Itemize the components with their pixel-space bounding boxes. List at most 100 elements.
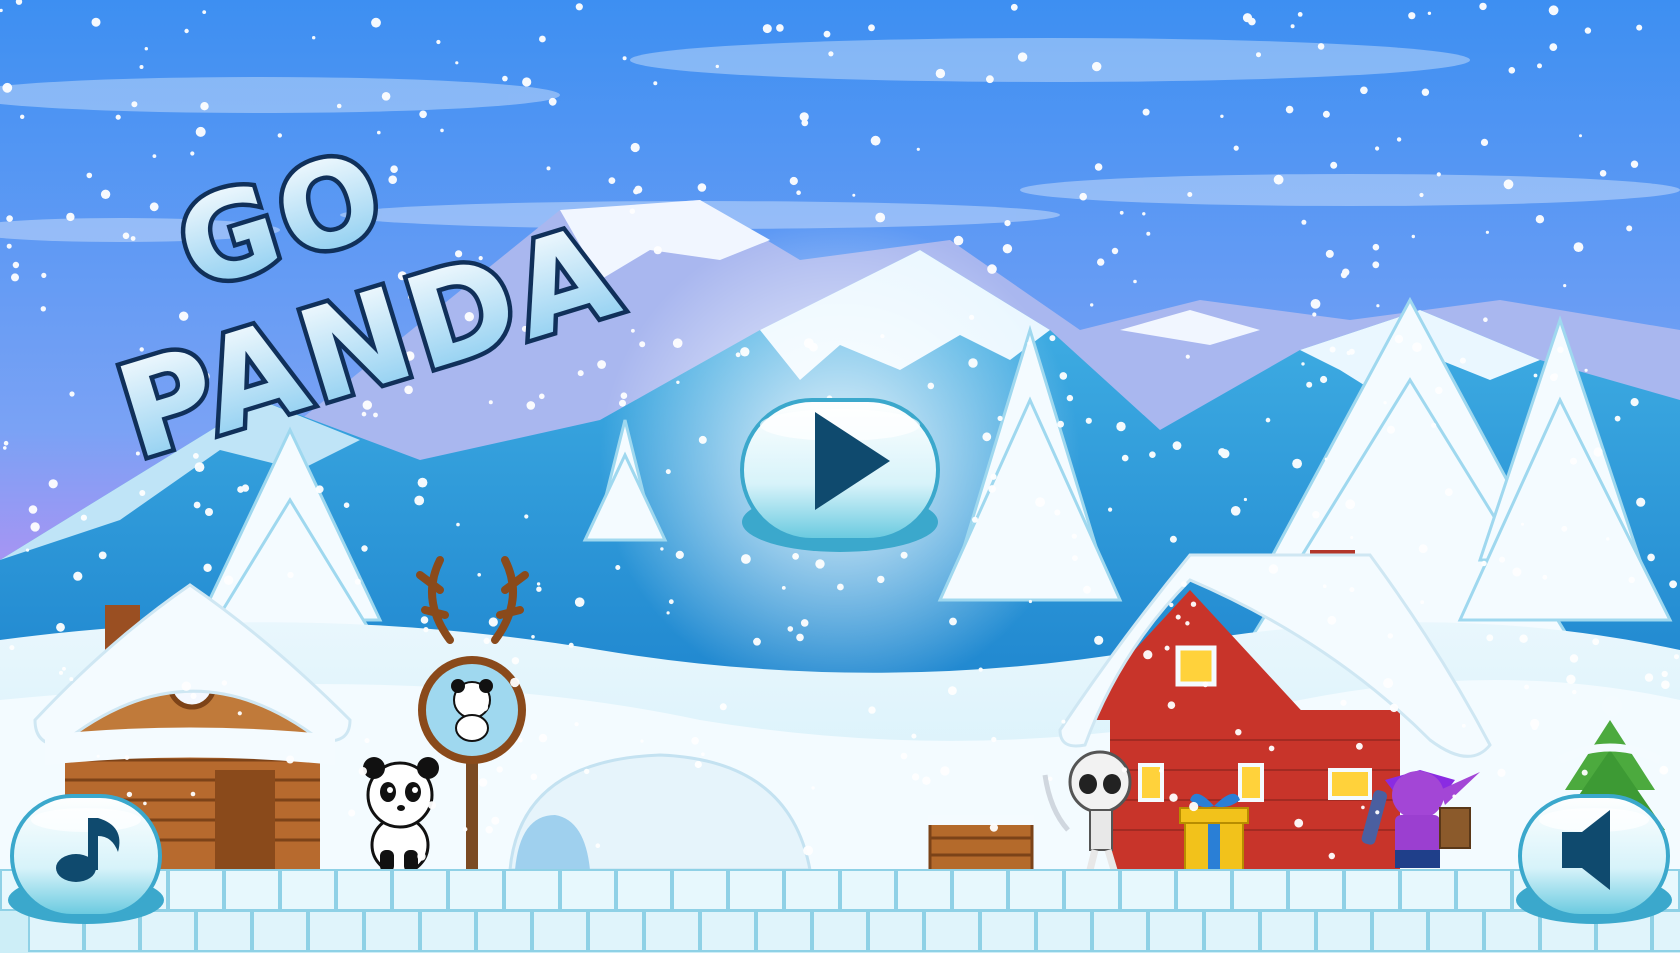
snowflake [577, 370, 584, 377]
snowflake [1503, 179, 1514, 190]
snowflake [1519, 634, 1528, 643]
snowflake [139, 490, 146, 496]
ice-block [1652, 910, 1680, 952]
snowflake [803, 338, 814, 348]
ice-block [952, 869, 1008, 911]
snowflake [1537, 63, 1542, 69]
snowflake [126, 791, 133, 798]
snowflake [1674, 654, 1679, 660]
snowflake [912, 773, 920, 781]
snowflake [73, 571, 83, 581]
snowflake [1322, 110, 1330, 118]
snowflake [1268, 745, 1275, 752]
snowflake [1376, 304, 1380, 308]
snowflake [1524, 684, 1529, 690]
ice-block [1484, 910, 1540, 952]
snowflake [935, 68, 946, 79]
snowflake [488, 617, 498, 627]
snowflake [697, 183, 707, 192]
snowflake [1497, 768, 1506, 777]
snowflake [922, 776, 931, 785]
snowflake [200, 102, 209, 111]
snowflake [1383, 678, 1394, 689]
snowflake [949, 617, 957, 626]
snowflake [1121, 767, 1127, 773]
snowflake [1292, 458, 1302, 469]
snowflake [1079, 192, 1087, 201]
snowflake [377, 130, 381, 135]
snowflake [653, 81, 658, 86]
game-scene: GO PANDA [0, 0, 1680, 953]
snowflake [536, 586, 542, 592]
snowflake [575, 3, 583, 11]
snowflake [100, 189, 111, 199]
snowflake [1387, 425, 1395, 434]
snowflake [900, 752, 908, 760]
snowflake [870, 135, 881, 146]
ice-block [1148, 910, 1204, 952]
ice-block [1456, 869, 1512, 911]
snowflake [205, 508, 213, 516]
snowflake [510, 677, 520, 688]
snowflake [1010, 3, 1018, 11]
snowflake [1542, 574, 1548, 580]
snowflake [1142, 108, 1150, 116]
snowflake [1636, 497, 1646, 507]
snowflake [1265, 417, 1271, 423]
music-button[interactable] [8, 794, 164, 924]
snowflake [595, 843, 601, 848]
snowflake [286, 755, 295, 764]
snowflake [122, 232, 130, 240]
snowflake [1143, 650, 1153, 660]
snowflake [1480, 138, 1489, 146]
snowflake [358, 767, 367, 776]
snowflake [237, 486, 245, 493]
snowflake [1329, 346, 1336, 353]
snowflake [633, 188, 640, 195]
snowflake [997, 415, 1003, 421]
snowflake [1268, 564, 1279, 574]
ice-block [1372, 910, 1428, 952]
snowflake [1230, 506, 1241, 516]
play-button[interactable] [740, 398, 940, 552]
snowflake [91, 17, 101, 27]
snowflake [948, 686, 957, 695]
ice-block [840, 869, 896, 911]
snowflake [221, 680, 228, 686]
snowflake [1322, 584, 1327, 588]
snowflake [1356, 742, 1363, 750]
snowflake [131, 101, 138, 108]
sound-button[interactable] [1516, 794, 1672, 924]
snowflake [1350, 536, 1354, 539]
snowflake [1324, 457, 1328, 461]
snowflake [615, 565, 621, 570]
snowflake [1669, 580, 1677, 589]
snowflake [1383, 401, 1387, 405]
snowflake [1412, 342, 1422, 353]
snowflake [1579, 134, 1582, 138]
snowflake [417, 852, 426, 861]
snowflake [237, 711, 242, 716]
snowflake [1054, 509, 1061, 516]
snowflake [868, 24, 875, 32]
ice-block [1064, 869, 1120, 911]
snowflake [1557, 346, 1564, 353]
snowflake [1235, 729, 1242, 736]
snowflake [223, 575, 234, 585]
snowflake [1563, 284, 1567, 288]
snowflake [364, 738, 370, 744]
snowflake [1057, 420, 1064, 428]
snowflake [1256, 52, 1261, 58]
snowflake [1420, 600, 1425, 605]
snowflake [1572, 689, 1577, 695]
snowflake [531, 635, 535, 639]
snowflake [620, 392, 628, 400]
snowflake [991, 736, 997, 743]
ice-block [1232, 869, 1288, 911]
snowflake [597, 360, 606, 369]
snowflake [968, 358, 978, 368]
snowflake [143, 801, 147, 806]
snowflake [1083, 585, 1091, 594]
snowflake [152, 154, 157, 159]
snowflake [1396, 137, 1402, 142]
